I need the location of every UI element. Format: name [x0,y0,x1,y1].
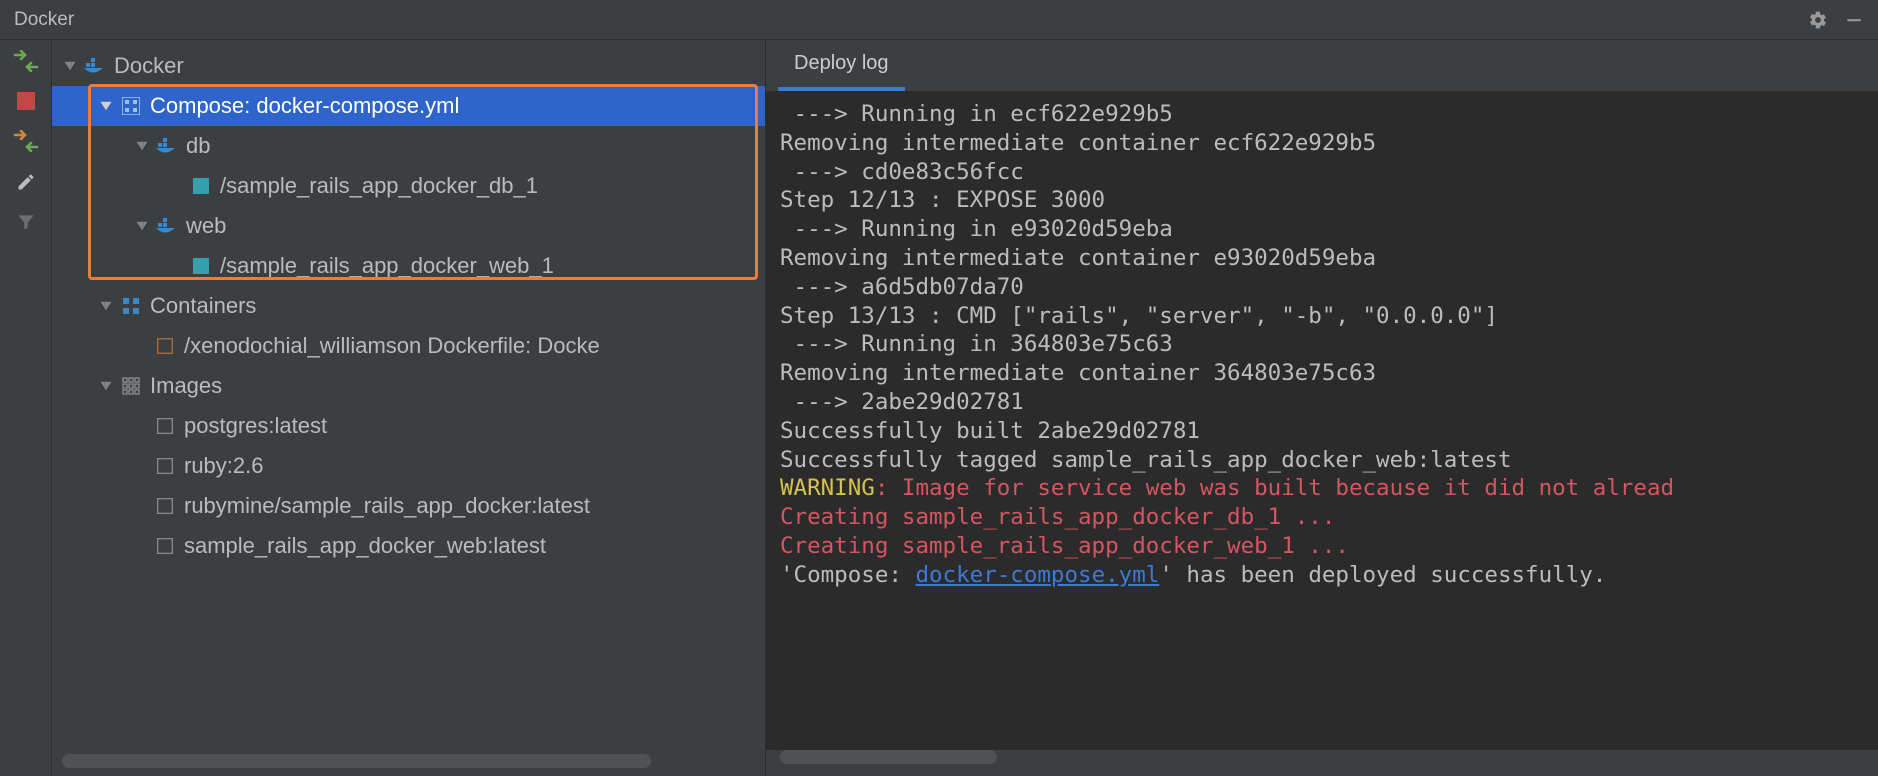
tree-node-docker-root[interactable]: Docker [52,46,765,86]
log-line: Successfully built 2abe29d02781 [780,418,1200,444]
log-link[interactable]: docker-compose.yml [915,562,1159,588]
log-line: 'Compose: [780,562,915,588]
image-icon [154,538,176,554]
tree-label: db [186,133,210,159]
tree-label: ruby:2.6 [184,453,264,479]
log-line: Removing intermediate container e93020d5… [780,245,1376,271]
log-line: ---> cd0e83c56fcc [780,159,1024,185]
deploy-log-output[interactable]: ---> Running in ecf622e929b5 Removing in… [766,92,1878,750]
tree-label: /sample_rails_app_docker_db_1 [220,173,538,199]
log-line: ---> Running in e93020d59eba [780,216,1173,242]
container-running-icon [190,178,212,194]
tree-node-image[interactable]: ruby:2.6 [52,446,765,486]
redeploy-icon[interactable] [13,130,39,152]
docker-icon [84,57,106,75]
panel-title: Docker [14,9,74,31]
chevron-down-icon[interactable] [134,218,150,234]
tab-deploy-log[interactable]: Deploy log [778,40,905,91]
filter-icon[interactable] [16,212,36,232]
tree-node-images[interactable]: Images [52,366,765,406]
log-line: Step 13/13 : CMD ["rails", "server", "-b… [780,303,1498,329]
log-line: Creating sample_rails_app_docker_db_1 ..… [780,504,1335,530]
tree-node-service-web[interactable]: web [52,206,765,246]
tree-node-container-web[interactable]: /sample_rails_app_docker_web_1 [52,246,765,286]
tree-label: /xenodochial_williamson Dockerfile: Dock… [184,333,600,359]
log-line: Creating sample_rails_app_docker_web_1 .… [780,533,1349,559]
log-tabs: Deploy log [766,40,1878,92]
log-line: ' has been deployed successfully. [1159,562,1606,588]
gear-icon[interactable] [1808,10,1828,30]
stop-icon[interactable] [17,92,35,110]
tree-node-container-std[interactable]: /xenodochial_williamson Dockerfile: Dock… [52,326,765,366]
edit-icon[interactable] [16,172,36,192]
minimize-icon[interactable] [1844,10,1864,30]
left-toolbar [0,40,52,776]
tree-node-container-db[interactable]: /sample_rails_app_docker_db_1 [52,166,765,206]
docker-icon [156,217,178,235]
tree-node-image[interactable]: postgres:latest [52,406,765,446]
log-h-scrollbar[interactable] [780,750,1864,768]
tree-label: Containers [150,293,256,319]
tree-panel: Docker Compose: docker-compose.yml db [52,40,766,776]
image-icon [154,458,176,474]
tree-label: Compose: docker-compose.yml [150,93,459,119]
compose-icon [120,97,142,115]
log-line: Successfully tagged sample_rails_app_doc… [780,447,1512,473]
tree-label: postgres:latest [184,413,327,439]
images-icon [120,377,142,395]
docker-icon [156,137,178,155]
log-warning-prefix: WARNING [780,475,875,501]
tree-label: web [186,213,226,239]
log-line: ---> Running in 364803e75c63 [780,331,1173,357]
log-line: Step 12/13 : EXPOSE 3000 [780,187,1105,213]
log-line: ---> Running in ecf622e929b5 [780,101,1173,127]
tree-label: Docker [114,53,184,79]
chevron-down-icon[interactable] [134,138,150,154]
deploy-icon[interactable] [13,50,39,72]
chevron-down-icon[interactable] [98,378,114,394]
tree-label: rubymine/sample_rails_app_docker:latest [184,493,590,519]
tree-label: Images [150,373,222,399]
log-panel: Deploy log ---> Running in ecf622e929b5 … [766,40,1878,776]
titlebar: Docker [0,0,1878,40]
content-area: Docker Compose: docker-compose.yml db [0,40,1878,776]
containers-icon [120,297,142,315]
container-stopped-icon [154,338,176,354]
tree-label: sample_rails_app_docker_web:latest [184,533,546,559]
chevron-down-icon[interactable] [98,98,114,114]
log-line: Removing intermediate container ecf622e9… [780,130,1376,156]
container-running-icon [190,258,212,274]
tree-node-image[interactable]: rubymine/sample_rails_app_docker:latest [52,486,765,526]
tree-h-scrollbar[interactable] [62,754,755,768]
tree-label: /sample_rails_app_docker_web_1 [220,253,554,279]
log-warning: : Image for service web was built becaus… [875,475,1674,501]
log-line: ---> a6d5db07da70 [780,274,1024,300]
image-icon [154,498,176,514]
tree-node-service-db[interactable]: db [52,126,765,166]
chevron-down-icon[interactable] [98,298,114,314]
log-line: ---> 2abe29d02781 [780,389,1024,415]
docker-tree[interactable]: Docker Compose: docker-compose.yml db [52,40,765,748]
log-line: Removing intermediate container 364803e7… [780,360,1376,386]
chevron-down-icon[interactable] [62,58,78,74]
tree-node-compose[interactable]: Compose: docker-compose.yml [52,86,765,126]
tree-node-containers[interactable]: Containers [52,286,765,326]
tree-node-image[interactable]: sample_rails_app_docker_web:latest [52,526,765,566]
image-icon [154,418,176,434]
